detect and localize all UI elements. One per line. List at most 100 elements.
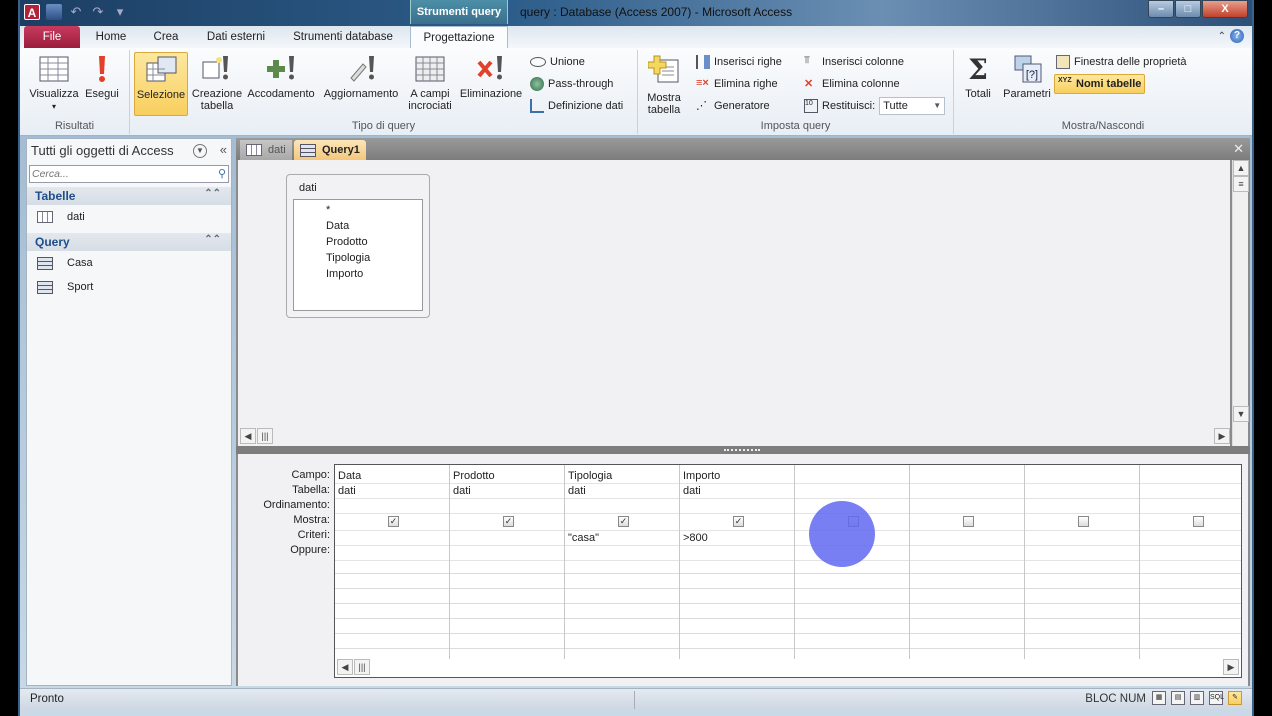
criteri-cell[interactable]: [450, 531, 564, 546]
scroll-right-icon[interactable]: ▶: [1214, 428, 1230, 444]
selezione-button[interactable]: Selezione: [134, 52, 188, 116]
campo-cell[interactable]: [795, 469, 909, 484]
tabella-cell[interactable]: dati: [680, 484, 794, 499]
campo-cell[interactable]: Prodotto: [450, 469, 564, 484]
grid-hscrollbar[interactable]: ◀ |||: [337, 659, 370, 675]
pivot-table-view-icon[interactable]: ▤: [1171, 691, 1185, 705]
scroll-thumb[interactable]: |||: [257, 428, 273, 444]
customize-qat-icon[interactable]: ▾: [112, 4, 128, 20]
mostra-checkbox[interactable]: [1193, 516, 1204, 527]
pane-splitter[interactable]: [236, 446, 1250, 454]
nav-item-casa[interactable]: Casa: [27, 251, 231, 275]
sql-view-icon[interactable]: SQL: [1209, 691, 1224, 705]
tabella-cell[interactable]: [1140, 484, 1241, 499]
scroll-left-icon[interactable]: ◀: [240, 428, 256, 444]
nav-section-query[interactable]: Query ⌃⌃: [27, 233, 231, 251]
field-list-dati[interactable]: dati * Data Prodotto Tipologia Importo: [286, 174, 430, 318]
tab-file[interactable]: File: [24, 26, 80, 48]
field-item[interactable]: Importo: [326, 266, 422, 282]
design-view-icon[interactable]: ✎: [1228, 691, 1242, 705]
minimize-ribbon-icon[interactable]: ⌃: [1218, 31, 1226, 42]
pivot-chart-view-icon[interactable]: ▥: [1190, 691, 1204, 705]
tabella-cell[interactable]: [1025, 484, 1139, 499]
elimina-colonne-button[interactable]: ✕ Elimina colonne: [804, 74, 900, 94]
unione-button[interactable]: Unione: [530, 52, 585, 72]
campo-cell[interactable]: [1025, 469, 1139, 484]
access-app-icon[interactable]: A: [24, 4, 40, 20]
mostra-tabella-button[interactable]: Mostra tabella: [642, 52, 686, 116]
nav-section-tabelle[interactable]: Tabelle ⌃⌃: [27, 187, 231, 205]
campo-cell[interactable]: [910, 469, 1024, 484]
tab-progettazione[interactable]: Progettazione: [410, 26, 508, 48]
field-item[interactable]: Prodotto: [326, 234, 422, 250]
tabella-cell[interactable]: [795, 484, 909, 499]
oppure-cell[interactable]: [1025, 546, 1139, 561]
mostra-checkbox[interactable]: [963, 516, 974, 527]
upper-vscrollbar[interactable]: ▲ ≡ ▼: [1232, 160, 1249, 446]
parametri-button[interactable]: [?] Parametri: [1000, 52, 1054, 114]
ordinamento-cell[interactable]: [450, 499, 564, 514]
campo-cell[interactable]: Data: [335, 469, 449, 484]
tab-strumenti-database[interactable]: Strumenti database: [284, 26, 402, 48]
collapse-section-icon[interactable]: ⌃⌃: [204, 188, 221, 199]
tab-home[interactable]: Home: [86, 26, 136, 48]
oppure-cell[interactable]: [565, 546, 679, 561]
criteri-cell[interactable]: [1140, 531, 1241, 546]
scroll-thumb[interactable]: ≡: [1233, 176, 1249, 192]
definizione-dati-button[interactable]: Definizione dati: [530, 96, 623, 116]
tab-crea[interactable]: Crea: [144, 26, 188, 48]
maximize-button[interactable]: □: [1175, 0, 1201, 18]
criteri-cell[interactable]: [335, 531, 449, 546]
nav-search-input[interactable]: [30, 166, 210, 182]
redo-icon[interactable]: ↷: [90, 4, 106, 20]
criteri-cell[interactable]: "casa": [565, 531, 679, 546]
scroll-down-icon[interactable]: ▼: [1233, 406, 1249, 422]
save-icon[interactable]: [46, 4, 62, 20]
eliminazione-button[interactable]: Eliminazione: [456, 52, 526, 114]
scroll-right-icon[interactable]: ▶: [1223, 659, 1239, 675]
aggiornamento-button[interactable]: Aggiornamento: [318, 52, 404, 114]
nomi-tabelle-button[interactable]: XYZ Nomi tabelle: [1054, 74, 1146, 94]
field-item[interactable]: Data: [326, 218, 422, 234]
restituisci-dropdown[interactable]: Tutte ▼: [879, 97, 946, 115]
ordinamento-cell[interactable]: [1025, 499, 1139, 514]
ordinamento-cell[interactable]: [335, 499, 449, 514]
ordinamento-cell[interactable]: [910, 499, 1024, 514]
tabella-cell[interactable]: dati: [565, 484, 679, 499]
criteri-cell[interactable]: [910, 531, 1024, 546]
pass-through-button[interactable]: Pass-through: [530, 74, 613, 94]
mostra-checkbox[interactable]: [1078, 516, 1089, 527]
close-button[interactable]: X: [1202, 0, 1248, 18]
accodamento-button[interactable]: Accodamento: [244, 52, 318, 114]
tab-dati-esterni[interactable]: Dati esterni: [196, 26, 276, 48]
nav-menu-chevron-icon[interactable]: ▼: [193, 144, 207, 158]
nav-pane-header[interactable]: Tutti gli oggetti di Access ▼ «: [27, 139, 231, 163]
ordinamento-cell[interactable]: [565, 499, 679, 514]
ordinamento-cell[interactable]: [680, 499, 794, 514]
inserisci-colonne-button[interactable]: ⫪ Inserisci colonne: [804, 52, 904, 72]
tabella-cell[interactable]: dati: [335, 484, 449, 499]
oppure-cell[interactable]: [450, 546, 564, 561]
search-icon[interactable]: ⚲: [218, 167, 226, 180]
generatore-button[interactable]: ⋰ Generatore: [696, 96, 770, 116]
mostra-checkbox[interactable]: ✓: [503, 516, 514, 527]
oppure-cell[interactable]: [680, 546, 794, 561]
campo-cell[interactable]: Importo: [680, 469, 794, 484]
inserisci-righe-button[interactable]: Inserisci righe: [696, 52, 782, 72]
oppure-cell[interactable]: [1140, 546, 1241, 561]
upper-hscrollbar[interactable]: ◀ |||: [240, 428, 273, 444]
scroll-up-icon[interactable]: ▲: [1233, 160, 1249, 176]
a-campi-incrociati-button[interactable]: A campi incrociati: [404, 52, 456, 114]
minimize-button[interactable]: –: [1148, 0, 1174, 18]
elimina-righe-button[interactable]: ≡× Elimina righe: [696, 74, 778, 94]
scroll-left-icon[interactable]: ◀: [337, 659, 353, 675]
collapse-section-icon[interactable]: ⌃⌃: [204, 234, 221, 245]
oppure-cell[interactable]: [335, 546, 449, 561]
oppure-cell[interactable]: [910, 546, 1024, 561]
campo-cell[interactable]: Tipologia: [565, 469, 679, 484]
nav-item-sport[interactable]: Sport: [27, 275, 231, 299]
visualizza-button[interactable]: Visualizza ▾: [26, 52, 82, 114]
tabella-cell[interactable]: dati: [450, 484, 564, 499]
collapse-pane-icon[interactable]: «: [220, 142, 227, 157]
mostra-checkbox[interactable]: ✓: [733, 516, 744, 527]
